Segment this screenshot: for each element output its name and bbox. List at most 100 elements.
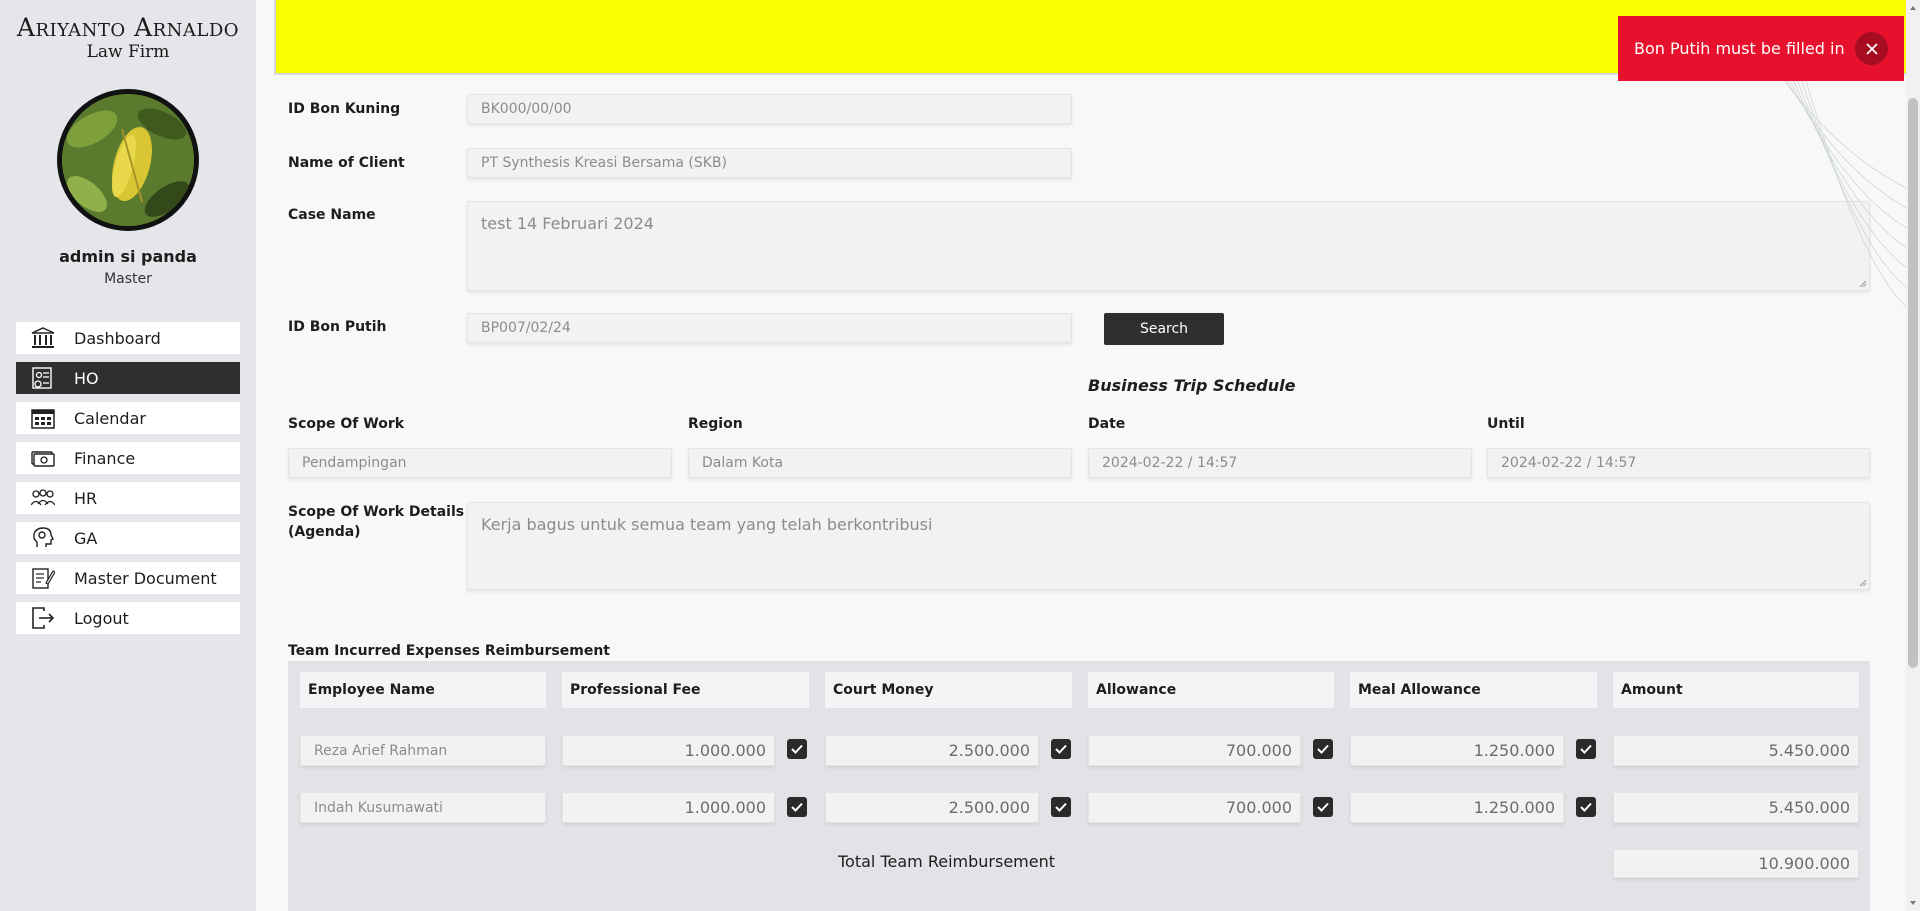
- checkmark-icon: [1317, 744, 1329, 754]
- sidebar-item-label: GA: [74, 528, 98, 548]
- scope-of-work-label: Scope Of Work: [288, 416, 405, 432]
- checkmark-icon: [1055, 744, 1067, 754]
- column-header-court-money: Court Money: [825, 672, 1072, 708]
- date-input[interactable]: 2024-02-22 / 14:57: [1088, 448, 1472, 478]
- total-reimbursement-label: Total Team Reimbursement: [838, 852, 1055, 871]
- user-role: Master: [104, 271, 152, 287]
- sidebar-item-logout[interactable]: Logout: [16, 602, 240, 634]
- amount-cell: 5.450.000: [1613, 792, 1859, 823]
- checkmark-icon: [1317, 802, 1329, 812]
- case-name-label: Case Name: [288, 207, 376, 223]
- sidebar-item-label: HO: [74, 368, 99, 388]
- checkmark-icon: [1580, 802, 1592, 812]
- avatar: [57, 89, 199, 231]
- sidebar: Ariyanto Arnaldo Law Firm admin si panda…: [0, 0, 256, 911]
- scope-details-textarea[interactable]: Kerja bagus untuk semua team yang telah …: [467, 502, 1870, 590]
- edit-document-icon: [30, 566, 56, 590]
- allowance-cell[interactable]: 700.000: [1088, 792, 1301, 823]
- checkmark-icon: [791, 744, 803, 754]
- professional-fee-cell[interactable]: 1.000.000: [562, 735, 775, 766]
- column-header-meal-allowance: Meal Allowance: [1350, 672, 1597, 708]
- case-name-textarea[interactable]: test 14 Februari 2024: [467, 201, 1870, 291]
- sidebar-item-label: Logout: [74, 608, 129, 628]
- employee-name-cell[interactable]: Indah Kusumawati: [300, 792, 546, 823]
- avatar-leaf-image: [62, 94, 194, 226]
- scope-details-label-line2: (Agenda): [288, 524, 361, 540]
- checkmark-icon: [1055, 802, 1067, 812]
- until-input[interactable]: 2024-02-22 / 14:57: [1487, 448, 1870, 478]
- sidebar-item-label: Dashboard: [74, 328, 161, 348]
- user-name: admin si panda: [59, 247, 197, 266]
- meal-allowance-checkbox[interactable]: [1576, 739, 1596, 759]
- scroll-down-icon[interactable]: [1909, 899, 1917, 907]
- business-trip-schedule-title: Business Trip Schedule: [1088, 376, 1296, 395]
- sidebar-item-label: Calendar: [74, 408, 146, 428]
- sidebar-item-hr[interactable]: HR: [16, 482, 240, 514]
- column-header-allowance: Allowance: [1088, 672, 1334, 708]
- logo-line2: Law Firm: [86, 42, 170, 62]
- column-header-employee-name: Employee Name: [300, 672, 546, 708]
- meal-allowance-cell[interactable]: 1.250.000: [1350, 792, 1564, 823]
- toast-message: Bon Putih must be filled in: [1634, 39, 1845, 58]
- scroll-up-icon[interactable]: [1909, 4, 1917, 12]
- court-money-cell[interactable]: 2.500.000: [825, 735, 1039, 766]
- allowance-checkbox[interactable]: [1313, 739, 1333, 759]
- employee-name-cell[interactable]: Reza Arief Rahman: [300, 735, 546, 766]
- court-money-cell[interactable]: 2.500.000: [825, 792, 1039, 823]
- sidebar-item-label: HR: [74, 488, 98, 508]
- amount-cell: 5.450.000: [1613, 735, 1859, 766]
- scrollbar-thumb[interactable]: [1908, 98, 1918, 668]
- sidebar-item-ga[interactable]: GA: [16, 522, 240, 554]
- professional-fee-checkbox[interactable]: [787, 739, 807, 759]
- court-money-checkbox[interactable]: [1051, 797, 1071, 817]
- id-bon-kuning-input[interactable]: BK000/00/00: [467, 94, 1072, 124]
- reimbursement-title: Team Incurred Expenses Reimbursement: [288, 643, 610, 659]
- sidebar-item-master-document[interactable]: Master Document: [16, 562, 240, 594]
- court-money-checkbox[interactable]: [1051, 739, 1071, 759]
- search-button[interactable]: Search: [1104, 313, 1224, 345]
- close-icon: [1865, 42, 1878, 55]
- sidebar-item-finance[interactable]: Finance: [16, 442, 240, 474]
- scope-details-label: Scope Of Work Details (Agenda): [288, 502, 464, 542]
- sidebar-item-calendar[interactable]: Calendar: [16, 402, 240, 434]
- document-id-icon: [30, 366, 56, 390]
- money-icon: [30, 446, 56, 470]
- gear-head-icon: [30, 526, 56, 550]
- logout-icon: [30, 606, 56, 630]
- meal-allowance-cell[interactable]: 1.250.000: [1350, 735, 1564, 766]
- checkmark-icon: [791, 802, 803, 812]
- page-scrollbar[interactable]: [1906, 0, 1920, 911]
- case-name-value: test 14 Februari 2024: [481, 214, 654, 233]
- region-select[interactable]: Dalam Kota: [688, 448, 1072, 478]
- professional-fee-cell[interactable]: 1.000.000: [562, 792, 775, 823]
- id-bon-kuning-label: ID Bon Kuning: [288, 101, 401, 117]
- total-reimbursement-value: 10.900.000: [1613, 849, 1859, 878]
- sidebar-item-label: Finance: [74, 448, 136, 468]
- until-label: Until: [1487, 416, 1525, 432]
- allowance-checkbox[interactable]: [1313, 797, 1333, 817]
- checkmark-icon: [1580, 744, 1592, 754]
- id-bon-putih-input[interactable]: BP007/02/24: [467, 313, 1072, 343]
- region-label: Region: [688, 416, 743, 432]
- allowance-cell[interactable]: 700.000: [1088, 735, 1301, 766]
- date-label: Date: [1088, 416, 1126, 432]
- bank-icon: [30, 326, 56, 350]
- toast-close-button[interactable]: [1855, 32, 1888, 65]
- sidebar-item-label: Master Document: [74, 568, 217, 588]
- error-toast: Bon Putih must be filled in: [1618, 16, 1904, 81]
- sidebar-item-ho[interactable]: HO: [16, 362, 240, 394]
- decorative-lines: [1770, 60, 1910, 311]
- professional-fee-checkbox[interactable]: [787, 797, 807, 817]
- scope-of-work-select[interactable]: Pendampingan: [288, 448, 672, 478]
- firm-logo: Ariyanto Arnaldo Law Firm: [16, 13, 240, 63]
- scope-details-label-line1: Scope Of Work Details: [288, 504, 465, 520]
- meal-allowance-checkbox[interactable]: [1576, 797, 1596, 817]
- sidebar-item-dashboard[interactable]: Dashboard: [16, 322, 240, 354]
- resize-grip-icon[interactable]: [1859, 579, 1867, 587]
- client-name-input[interactable]: PT Synthesis Kreasi Bersama (SKB): [467, 148, 1072, 178]
- sidebar-nav: Dashboard HO Calendar Finance HR GA Mast…: [16, 322, 240, 642]
- logo-line1: Ariyanto Arnaldo: [16, 13, 240, 42]
- column-header-professional-fee: Professional Fee: [562, 672, 809, 708]
- people-icon: [30, 486, 56, 510]
- column-header-amount: Amount: [1613, 672, 1859, 708]
